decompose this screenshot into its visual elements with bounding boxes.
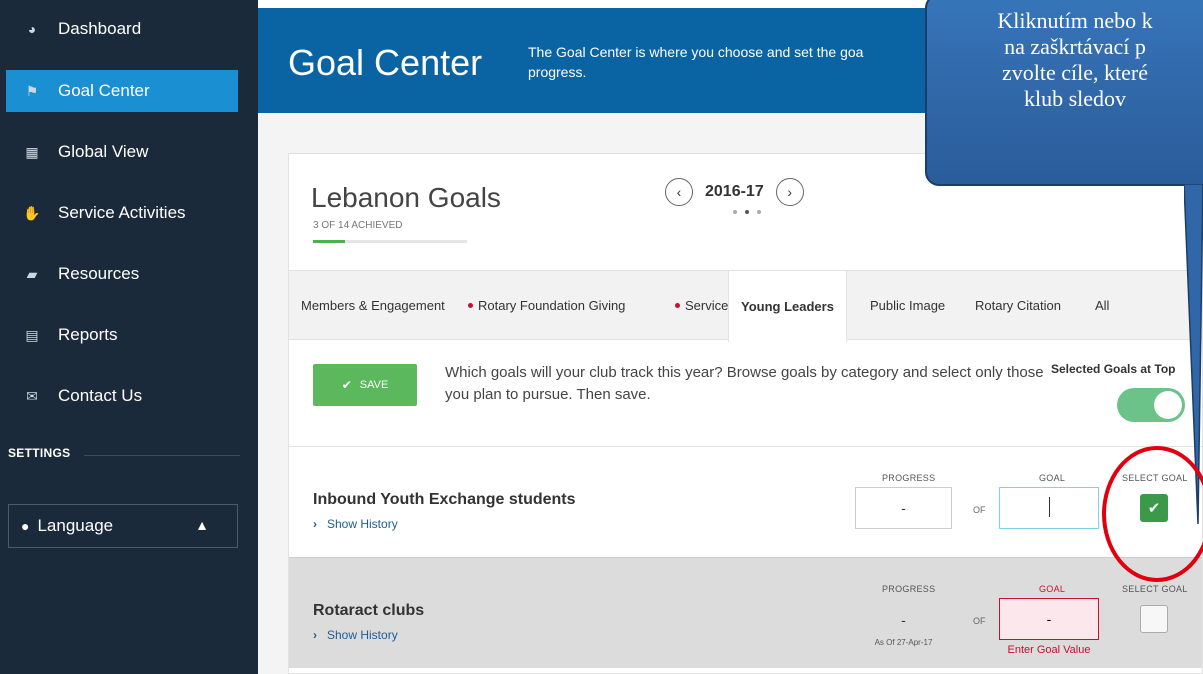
sidebar-item-global-view[interactable]: ▦ Global View [6, 131, 238, 173]
sidebar-item-label: Resources [58, 264, 140, 283]
settings-divider [84, 455, 240, 456]
language-selector[interactable]: ● Language ▲ [8, 504, 238, 548]
envelope-icon: ✉ [26, 387, 38, 404]
callout-line: klub sledov [1023, 86, 1127, 111]
progress-value: - [855, 487, 952, 529]
chevron-up-icon: ▲ [195, 517, 209, 533]
year-navigator: ‹ 2016-17 › [665, 178, 804, 206]
tab-service[interactable]: Service [675, 271, 728, 340]
select-goal-column-header: SELECT GOAL [1122, 584, 1188, 594]
of-label: OF [973, 505, 986, 515]
tab-label: All [1095, 298, 1110, 313]
tab-label: Young Leaders [741, 299, 834, 314]
progress-value: - [901, 612, 906, 628]
achieved-progress-bar [313, 240, 467, 243]
instructions-text: Which goals will your club track this ye… [445, 364, 1044, 403]
tab-public-image[interactable]: Public Image [870, 271, 945, 340]
flag-icon: ⚑ [25, 82, 39, 99]
sidebar-item-label: Dashboard [58, 19, 142, 38]
incomplete-dot-icon [675, 303, 680, 308]
pager-dot-active[interactable] [745, 210, 749, 214]
text-caret [1049, 497, 1050, 517]
globe-icon: ● [21, 518, 30, 534]
pager-dot[interactable] [757, 210, 761, 214]
category-tabs: Members & Engagement Rotary Foundation G… [289, 270, 1202, 342]
tab-all[interactable]: All [1095, 271, 1109, 340]
goal-name: Rotaract clubs [313, 602, 425, 619]
year-pager-dots [733, 210, 761, 214]
handshake-icon: ✋ [23, 204, 41, 221]
sidebar-item-reports[interactable]: ▤ Reports [6, 314, 238, 356]
book-icon: ▰ [26, 265, 38, 282]
goal-column-header: GOAL [1039, 473, 1066, 483]
tab-label: Rotary Citation [975, 298, 1061, 313]
grid-icon: ▦ [25, 143, 39, 160]
select-goal-checkbox[interactable] [1140, 605, 1168, 633]
selected-goals-top-toggle[interactable] [1117, 388, 1185, 422]
callout-line: Kliknutím nebo k [997, 8, 1153, 33]
goal-name: Inbound Youth Exchange students [313, 491, 576, 508]
goals-card: Lebanon Goals 3 OF 14 ACHIEVED ‹ 2016-17… [288, 153, 1203, 674]
show-history-link[interactable]: › Show History [313, 628, 398, 642]
save-button[interactable]: ✔ SAVE [313, 364, 417, 406]
sidebar-item-service-activities[interactable]: ✋ Service Activities [6, 192, 238, 234]
callout-line: na zaškrtávací p [1004, 34, 1146, 59]
show-history-link[interactable]: › Show History [313, 517, 398, 531]
sidebar-item-resources[interactable]: ▰ Resources [6, 253, 238, 295]
as-of-date: As Of 27-Apr-17 [874, 638, 933, 647]
goal-input[interactable] [999, 598, 1099, 640]
achieved-count: 3 OF 14 ACHIEVED [313, 220, 403, 231]
show-history-label: Show History [327, 628, 398, 642]
tab-rotary-foundation-giving[interactable]: Rotary Foundation Giving [468, 271, 625, 340]
header-description: The Goal Center is where you choose and … [528, 44, 864, 80]
tab-label: Service [685, 298, 729, 313]
year-label: 2016-17 [705, 183, 764, 200]
tab-young-leaders[interactable]: Young Leaders [728, 271, 847, 342]
sidebar-item-dashboard[interactable]: ◕ Dashboard [6, 8, 238, 50]
document-icon: ▤ [25, 326, 39, 343]
tab-label: Public Image [870, 298, 946, 313]
goal-row: Rotaract clubs › Show History PROGRESS G… [289, 557, 1202, 668]
sidebar-item-goal-center[interactable]: ⚑ Goal Center [6, 70, 238, 112]
page-title: Goal Center [288, 42, 483, 83]
sidebar-item-label: Reports [58, 325, 118, 344]
previous-year-button[interactable]: ‹ [665, 178, 693, 206]
show-history-label: Show History [327, 517, 398, 531]
chevron-right-icon: › [313, 628, 317, 642]
progress-column-header: PROGRESS [882, 473, 936, 483]
of-label: OF [973, 616, 986, 626]
save-button-label: SAVE [359, 379, 389, 391]
tab-label: Members & Engagement [301, 298, 445, 313]
club-goals-title: Lebanon Goals [311, 182, 501, 213]
checkmark-icon: ✔ [341, 378, 352, 392]
highlight-circle [1102, 446, 1203, 582]
achieved-progress-fill [313, 240, 346, 243]
tab-members-engagement[interactable]: Members & Engagement [301, 271, 445, 340]
tab-label: Rotary Foundation Giving [478, 298, 626, 313]
pager-dot[interactable] [733, 210, 737, 214]
selected-goals-top-label: Selected Goals at Top [1051, 362, 1176, 376]
pie-chart-icon: ◕ [27, 21, 37, 37]
goal-column-header: GOAL [1039, 584, 1066, 594]
language-label: Language [37, 516, 114, 535]
goal-error-message: Enter Goal Value [1007, 644, 1091, 656]
chevron-right-icon: › [787, 184, 793, 200]
chevron-right-icon: › [313, 517, 317, 531]
sidebar-item-label: Contact Us [58, 386, 143, 405]
tab-rotary-citation[interactable]: Rotary Citation [975, 271, 1061, 340]
progress-column-header: PROGRESS [882, 584, 936, 594]
settings-heading: SETTINGS [8, 446, 71, 460]
chevron-left-icon: ‹ [676, 184, 682, 200]
next-year-button[interactable]: › [775, 178, 804, 206]
sidebar-item-label: Service Activities [58, 203, 186, 222]
callout-line: zvolte cíle, které [1002, 60, 1148, 85]
goal-row: Inbound Youth Exchange students › Show H… [289, 446, 1202, 557]
sidebar-item-label: Global View [58, 142, 149, 161]
sidebar-item-contact-us[interactable]: ✉ Contact Us [6, 375, 238, 417]
incomplete-dot-icon [468, 303, 473, 308]
sidebar-item-label: Goal Center [58, 81, 150, 100]
toggle-knob [1154, 391, 1182, 419]
instruction-callout: Kliknutím nebo k na zaškrtávací p zvolte… [925, 0, 1203, 186]
sidebar: ◕ Dashboard ⚑ Goal Center ▦ Global View … [0, 0, 258, 674]
